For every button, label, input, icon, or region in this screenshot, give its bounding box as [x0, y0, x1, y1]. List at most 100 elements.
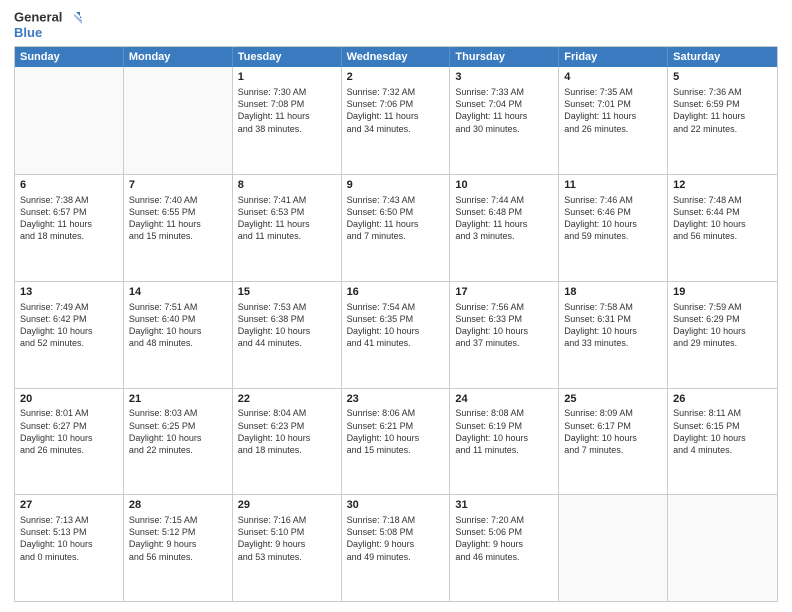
calendar-day: 3Sunrise: 7:33 AM Sunset: 7:04 PM Daylig… — [450, 67, 559, 174]
calendar-day: 20Sunrise: 8:01 AM Sunset: 6:27 PM Dayli… — [15, 389, 124, 495]
day-info: Sunrise: 8:03 AM Sunset: 6:25 PM Dayligh… — [129, 407, 227, 456]
calendar-day: 5Sunrise: 7:36 AM Sunset: 6:59 PM Daylig… — [668, 67, 777, 174]
calendar-day: 16Sunrise: 7:54 AM Sunset: 6:35 PM Dayli… — [342, 282, 451, 388]
calendar: SundayMondayTuesdayWednesdayThursdayFrid… — [14, 46, 778, 602]
weekday-header: Monday — [124, 47, 233, 67]
day-info: Sunrise: 7:54 AM Sunset: 6:35 PM Dayligh… — [347, 301, 445, 350]
day-info: Sunrise: 7:16 AM Sunset: 5:10 PM Dayligh… — [238, 514, 336, 563]
calendar-day: 31Sunrise: 7:20 AM Sunset: 5:06 PM Dayli… — [450, 495, 559, 601]
logo-text: General Blue — [14, 10, 84, 40]
calendar-day: 13Sunrise: 7:49 AM Sunset: 6:42 PM Dayli… — [15, 282, 124, 388]
calendar-week: 13Sunrise: 7:49 AM Sunset: 6:42 PM Dayli… — [15, 281, 777, 388]
weekday-header: Friday — [559, 47, 668, 67]
calendar-day: 12Sunrise: 7:48 AM Sunset: 6:44 PM Dayli… — [668, 175, 777, 281]
day-info: Sunrise: 7:49 AM Sunset: 6:42 PM Dayligh… — [20, 301, 118, 350]
calendar-week: 1Sunrise: 7:30 AM Sunset: 7:08 PM Daylig… — [15, 67, 777, 174]
calendar-day: 4Sunrise: 7:35 AM Sunset: 7:01 PM Daylig… — [559, 67, 668, 174]
day-number: 23 — [347, 392, 445, 407]
calendar-day: 28Sunrise: 7:15 AM Sunset: 5:12 PM Dayli… — [124, 495, 233, 601]
weekday-header: Saturday — [668, 47, 777, 67]
day-number: 13 — [20, 285, 118, 300]
day-info: Sunrise: 7:35 AM Sunset: 7:01 PM Dayligh… — [564, 86, 662, 135]
calendar-day: 27Sunrise: 7:13 AM Sunset: 5:13 PM Dayli… — [15, 495, 124, 601]
day-info: Sunrise: 7:48 AM Sunset: 6:44 PM Dayligh… — [673, 194, 772, 243]
weekday-header: Sunday — [15, 47, 124, 67]
day-number: 16 — [347, 285, 445, 300]
day-number: 9 — [347, 178, 445, 193]
calendar-day: 8Sunrise: 7:41 AM Sunset: 6:53 PM Daylig… — [233, 175, 342, 281]
day-number: 29 — [238, 498, 336, 513]
calendar-day: 24Sunrise: 8:08 AM Sunset: 6:19 PM Dayli… — [450, 389, 559, 495]
day-info: Sunrise: 7:56 AM Sunset: 6:33 PM Dayligh… — [455, 301, 553, 350]
day-number: 28 — [129, 498, 227, 513]
calendar-day: 9Sunrise: 7:43 AM Sunset: 6:50 PM Daylig… — [342, 175, 451, 281]
calendar-day: 21Sunrise: 8:03 AM Sunset: 6:25 PM Dayli… — [124, 389, 233, 495]
calendar-day: 15Sunrise: 7:53 AM Sunset: 6:38 PM Dayli… — [233, 282, 342, 388]
day-info: Sunrise: 8:04 AM Sunset: 6:23 PM Dayligh… — [238, 407, 336, 456]
day-info: Sunrise: 7:38 AM Sunset: 6:57 PM Dayligh… — [20, 194, 118, 243]
day-info: Sunrise: 7:51 AM Sunset: 6:40 PM Dayligh… — [129, 301, 227, 350]
day-info: Sunrise: 7:33 AM Sunset: 7:04 PM Dayligh… — [455, 86, 553, 135]
calendar-day: 2Sunrise: 7:32 AM Sunset: 7:06 PM Daylig… — [342, 67, 451, 174]
calendar-week: 6Sunrise: 7:38 AM Sunset: 6:57 PM Daylig… — [15, 174, 777, 281]
calendar-header: SundayMondayTuesdayWednesdayThursdayFrid… — [15, 47, 777, 67]
calendar-day: 17Sunrise: 7:56 AM Sunset: 6:33 PM Dayli… — [450, 282, 559, 388]
day-number: 8 — [238, 178, 336, 193]
day-number: 7 — [129, 178, 227, 193]
day-info: Sunrise: 8:09 AM Sunset: 6:17 PM Dayligh… — [564, 407, 662, 456]
calendar-day — [668, 495, 777, 601]
day-number: 12 — [673, 178, 772, 193]
day-number: 10 — [455, 178, 553, 193]
day-info: Sunrise: 7:40 AM Sunset: 6:55 PM Dayligh… — [129, 194, 227, 243]
calendar-day: 6Sunrise: 7:38 AM Sunset: 6:57 PM Daylig… — [15, 175, 124, 281]
day-info: Sunrise: 8:11 AM Sunset: 6:15 PM Dayligh… — [673, 407, 772, 456]
calendar-day: 18Sunrise: 7:58 AM Sunset: 6:31 PM Dayli… — [559, 282, 668, 388]
calendar-week: 27Sunrise: 7:13 AM Sunset: 5:13 PM Dayli… — [15, 494, 777, 601]
day-info: Sunrise: 7:53 AM Sunset: 6:38 PM Dayligh… — [238, 301, 336, 350]
calendar-day — [124, 67, 233, 174]
calendar-day: 30Sunrise: 7:18 AM Sunset: 5:08 PM Dayli… — [342, 495, 451, 601]
day-number: 14 — [129, 285, 227, 300]
page-header: General Blue — [14, 10, 778, 40]
day-info: Sunrise: 8:01 AM Sunset: 6:27 PM Dayligh… — [20, 407, 118, 456]
day-number: 5 — [673, 70, 772, 85]
calendar-day: 10Sunrise: 7:44 AM Sunset: 6:48 PM Dayli… — [450, 175, 559, 281]
calendar-day: 7Sunrise: 7:40 AM Sunset: 6:55 PM Daylig… — [124, 175, 233, 281]
calendar-day: 11Sunrise: 7:46 AM Sunset: 6:46 PM Dayli… — [559, 175, 668, 281]
day-number: 25 — [564, 392, 662, 407]
day-info: Sunrise: 7:30 AM Sunset: 7:08 PM Dayligh… — [238, 86, 336, 135]
day-number: 1 — [238, 70, 336, 85]
weekday-header: Tuesday — [233, 47, 342, 67]
day-number: 31 — [455, 498, 553, 513]
calendar-day: 14Sunrise: 7:51 AM Sunset: 6:40 PM Dayli… — [124, 282, 233, 388]
logo: General Blue — [14, 10, 84, 40]
weekday-header: Wednesday — [342, 47, 451, 67]
day-info: Sunrise: 7:15 AM Sunset: 5:12 PM Dayligh… — [129, 514, 227, 563]
day-number: 2 — [347, 70, 445, 85]
calendar-day: 25Sunrise: 8:09 AM Sunset: 6:17 PM Dayli… — [559, 389, 668, 495]
weekday-header: Thursday — [450, 47, 559, 67]
calendar-day — [559, 495, 668, 601]
day-number: 27 — [20, 498, 118, 513]
day-number: 21 — [129, 392, 227, 407]
day-number: 20 — [20, 392, 118, 407]
calendar-day: 1Sunrise: 7:30 AM Sunset: 7:08 PM Daylig… — [233, 67, 342, 174]
calendar-day — [15, 67, 124, 174]
day-info: Sunrise: 8:08 AM Sunset: 6:19 PM Dayligh… — [455, 407, 553, 456]
calendar-day: 26Sunrise: 8:11 AM Sunset: 6:15 PM Dayli… — [668, 389, 777, 495]
day-number: 17 — [455, 285, 553, 300]
day-info: Sunrise: 7:46 AM Sunset: 6:46 PM Dayligh… — [564, 194, 662, 243]
day-info: Sunrise: 7:13 AM Sunset: 5:13 PM Dayligh… — [20, 514, 118, 563]
day-info: Sunrise: 7:32 AM Sunset: 7:06 PM Dayligh… — [347, 86, 445, 135]
day-info: Sunrise: 7:43 AM Sunset: 6:50 PM Dayligh… — [347, 194, 445, 243]
day-number: 11 — [564, 178, 662, 193]
day-number: 15 — [238, 285, 336, 300]
day-number: 4 — [564, 70, 662, 85]
calendar-day: 19Sunrise: 7:59 AM Sunset: 6:29 PM Dayli… — [668, 282, 777, 388]
calendar-body: 1Sunrise: 7:30 AM Sunset: 7:08 PM Daylig… — [15, 67, 777, 601]
day-number: 18 — [564, 285, 662, 300]
day-number: 30 — [347, 498, 445, 513]
day-number: 3 — [455, 70, 553, 85]
day-info: Sunrise: 8:06 AM Sunset: 6:21 PM Dayligh… — [347, 407, 445, 456]
day-info: Sunrise: 7:59 AM Sunset: 6:29 PM Dayligh… — [673, 301, 772, 350]
